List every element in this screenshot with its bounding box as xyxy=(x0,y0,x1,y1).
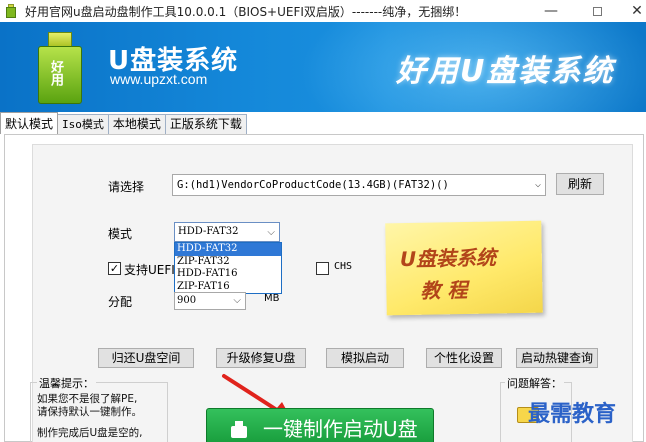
personalize-button[interactable]: 个性化设置 xyxy=(426,348,502,368)
mode-option[interactable]: ZIP-FAT32 xyxy=(175,256,281,269)
mode-select[interactable]: HDD-FAT32 ⌵ xyxy=(174,222,280,242)
tips-legend: 温馨提示： xyxy=(37,375,96,391)
minimize-icon: — xyxy=(544,3,558,19)
uefi-label: 支持UEFI xyxy=(124,263,174,277)
usb-icon xyxy=(231,421,247,439)
tips-line: 如果您不是很了解PE, xyxy=(37,393,138,405)
mode-option[interactable]: HDD-FAT32 xyxy=(175,243,281,256)
logo-text: 好用 xyxy=(48,60,63,86)
usb-logo-icon: 好用 xyxy=(38,32,84,104)
close-icon: ✕ xyxy=(631,3,643,19)
brand-url: www.upzxt.com xyxy=(110,71,208,87)
tips-group: 温馨提示： 如果您不是很了解PE, 请保持默认一键制作。 制作完成后U盘是空的, xyxy=(30,375,168,442)
refresh-button[interactable]: 刷新 xyxy=(556,173,604,195)
tips-line: 制作完成后U盘是空的, xyxy=(37,427,143,439)
chs-checkbox[interactable] xyxy=(316,262,329,275)
header-banner: 好用 U盘装系统 www.upzxt.com 好用U盘装系统 xyxy=(0,22,646,112)
mode-label: 模式 xyxy=(108,227,133,241)
mode-dropdown-list: HDD-FAT32 ZIP-FAT32 HDD-FAT16 ZIP-FAT16 xyxy=(174,242,282,294)
uefi-checkbox[interactable]: ✓ xyxy=(108,262,121,275)
chs-label: CHS xyxy=(334,261,353,272)
upgrade-repair-usb-button[interactable]: 升级修复U盘 xyxy=(216,348,306,368)
mode-select-value: HDD-FAT32 xyxy=(178,226,239,237)
banner-slogan: 好用U盘装系统 xyxy=(396,54,615,89)
tips-text: 如果您不是很了解PE, 请保持默认一键制作。 制作完成后U盘是空的, xyxy=(37,393,143,440)
drive-select[interactable]: G:(hd1)VendorCoProductCode(13.4GB)(FAT32… xyxy=(172,174,546,196)
chevron-down-icon: ⌵ xyxy=(534,179,541,190)
faq-legend: 问题解答： xyxy=(505,375,564,391)
alloc-select[interactable]: 900 ⌵ xyxy=(174,292,246,310)
tab-default-mode[interactable]: 默认模式 xyxy=(0,112,59,134)
tab-local-mode[interactable]: 本地模式 xyxy=(107,114,166,134)
close-button[interactable]: ✕ xyxy=(614,0,646,22)
tips-line: 请保持默认一键制作。 xyxy=(37,406,142,418)
alloc-label: 分配 xyxy=(108,295,133,309)
usb-app-icon xyxy=(5,4,17,18)
one-click-create-label: 一键制作启动U盘 xyxy=(263,417,418,441)
mode-option[interactable]: HDD-FAT16 xyxy=(175,268,281,281)
drive-select-label: 请选择 xyxy=(108,180,145,194)
minimize-button[interactable]: — xyxy=(528,0,574,22)
alloc-unit: MB xyxy=(264,293,280,304)
window-title: 好用官网u盘启动盘制作工具10.0.0.1（BIOS+UEFI双启版）-----… xyxy=(25,4,467,19)
drive-select-value: G:(hd1)VendorCoProductCode(13.4GB)(FAT32… xyxy=(177,179,449,191)
chevron-down-icon: ⌵ xyxy=(267,227,275,238)
title-bar: 好用官网u盘启动盘制作工具10.0.0.1（BIOS+UEFI双启版）-----… xyxy=(0,0,646,22)
tab-iso-mode[interactable]: Iso模式 xyxy=(57,114,109,134)
note-subtitle: 教 程 xyxy=(420,277,468,303)
maximize-icon xyxy=(592,6,602,16)
alloc-select-value: 900 xyxy=(177,295,197,306)
note-title: U盘装系统 xyxy=(399,245,497,272)
one-click-create-button[interactable]: 一键制作启动U盘 xyxy=(206,408,434,442)
chevron-down-icon: ⌵ xyxy=(233,295,241,306)
simulate-boot-button[interactable]: 模拟启动 xyxy=(326,348,404,368)
tab-genuine-download[interactable]: 正版系统下载 xyxy=(164,114,247,134)
restore-usb-space-button[interactable]: 归还U盘空间 xyxy=(98,348,194,368)
boot-hotkey-button[interactable]: 启动热键查询 xyxy=(516,348,598,368)
tutorial-note-link[interactable]: U盘装系统 教 程 xyxy=(385,220,543,316)
watermark: 最需教育 xyxy=(528,402,617,427)
mode-tabs: 默认模式 Iso模式 本地模式 正版系统下载 xyxy=(0,112,247,134)
